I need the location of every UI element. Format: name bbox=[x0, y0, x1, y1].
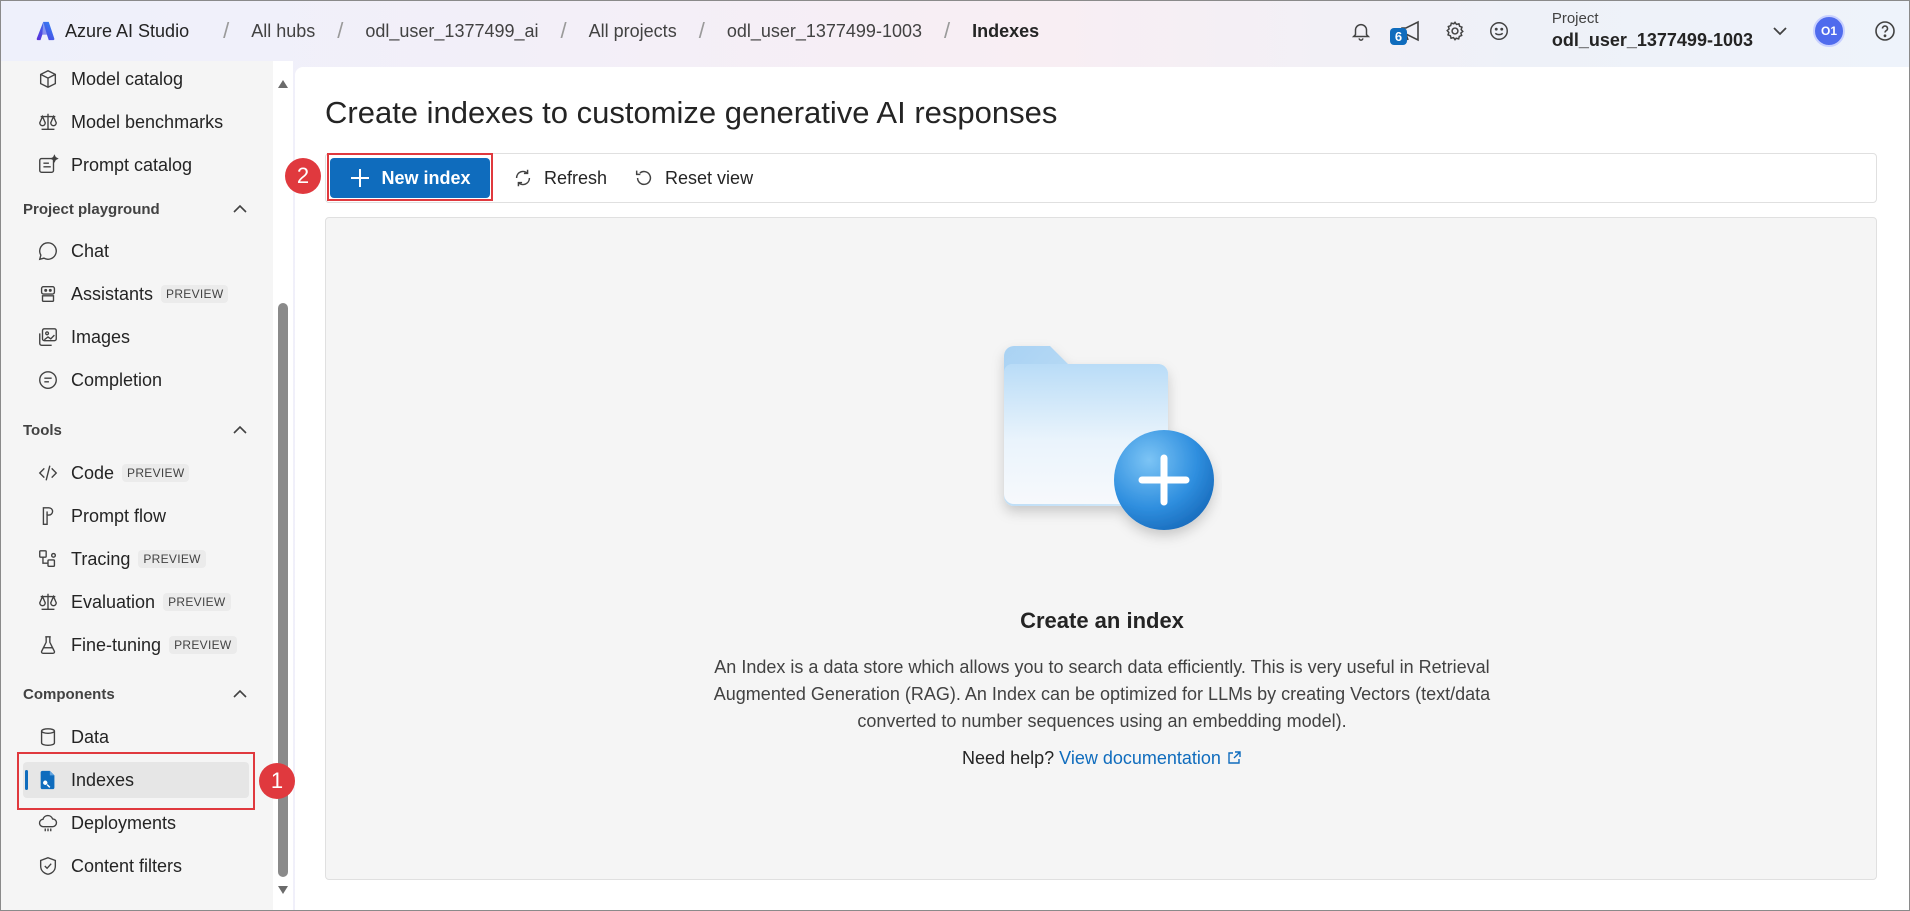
help-prefix: Need help? bbox=[962, 748, 1055, 768]
breadcrumb-all-hubs[interactable]: All hubs bbox=[251, 21, 315, 42]
chevron-up-icon bbox=[233, 425, 247, 434]
sidebar-item-data[interactable]: Data bbox=[23, 719, 249, 755]
image-icon bbox=[35, 324, 61, 350]
smiley-icon bbox=[1489, 22, 1508, 40]
breadcrumb-project[interactable]: odl_user_1377499-1003 bbox=[727, 21, 922, 42]
preview-badge: PREVIEW bbox=[122, 464, 190, 482]
sidebar-item-content-filters[interactable]: Content filters bbox=[23, 848, 249, 884]
brand[interactable]: Azure AI Studio bbox=[35, 20, 189, 42]
sidebar-item-code[interactable]: Code PREVIEW bbox=[23, 455, 249, 491]
chevron-down-icon[interactable] bbox=[1771, 22, 1789, 40]
breadcrumb: / All hubs / odl_user_1377499_ai / All p… bbox=[223, 18, 1040, 43]
breadcrumb-hub[interactable]: odl_user_1377499_ai bbox=[365, 21, 538, 42]
command-bar: New index Refresh Reset view bbox=[325, 153, 1877, 203]
empty-state-description: An Index is a data store which allows yo… bbox=[713, 657, 1491, 731]
preview-badge: PREVIEW bbox=[138, 550, 206, 568]
sidebar-item-model-benchmarks[interactable]: Model benchmarks bbox=[23, 104, 249, 140]
annotation-box-new-index bbox=[327, 153, 493, 201]
preview-badge: PREVIEW bbox=[169, 636, 237, 654]
app-title: Azure AI Studio bbox=[65, 20, 190, 41]
chat-icon bbox=[35, 238, 61, 264]
empty-state-title: Create an index bbox=[1020, 608, 1184, 633]
scale-icon bbox=[35, 589, 61, 615]
completion-icon bbox=[35, 367, 61, 393]
empty-state-panel: Create an index An Index is a data store… bbox=[325, 217, 1877, 880]
refresh-button[interactable]: Refresh bbox=[508, 158, 611, 198]
code-icon bbox=[35, 460, 61, 486]
section-tools[interactable]: Tools bbox=[23, 416, 249, 444]
database-icon bbox=[35, 724, 61, 750]
empty-state-help: Need help? View documentation bbox=[326, 748, 1878, 769]
shield-icon bbox=[35, 853, 61, 879]
top-bar: Azure AI Studio / All hubs / odl_user_13… bbox=[1, 1, 1909, 61]
project-label: Project bbox=[1551, 10, 1599, 28]
project-name: odl_user_1377499-1003 bbox=[1551, 30, 1753, 51]
scroll-up-arrow-icon[interactable] bbox=[277, 79, 289, 89]
azure-ai-logo-icon bbox=[36, 21, 55, 41]
sidebar-item-prompt-catalog[interactable]: Prompt catalog bbox=[23, 147, 249, 183]
sidebar-item-fine-tuning[interactable]: Fine-tuning PREVIEW bbox=[23, 627, 249, 663]
beaker-icon bbox=[35, 632, 61, 658]
gear-icon bbox=[1446, 21, 1464, 41]
reset-view-button[interactable]: Reset view bbox=[629, 158, 757, 198]
sidebar-item-deployments[interactable]: Deployments bbox=[23, 805, 249, 841]
announcements-button[interactable]: 6 bbox=[1389, 16, 1426, 46]
refresh-icon bbox=[515, 169, 531, 187]
chevron-up-icon bbox=[233, 204, 247, 213]
view-documentation-link[interactable]: View documentation bbox=[1059, 748, 1242, 768]
breadcrumb-current: Indexes bbox=[972, 20, 1040, 41]
sidebar-item-completion[interactable]: Completion bbox=[23, 362, 249, 398]
sidebar-item-evaluation[interactable]: Evaluation PREVIEW bbox=[23, 584, 249, 620]
sidebar-item-prompt-flow[interactable]: Prompt flow bbox=[23, 498, 249, 534]
annotation-box-indexes bbox=[17, 752, 255, 810]
reset-icon bbox=[635, 170, 652, 186]
main-content: Create indexes to customize generative A… bbox=[295, 67, 1909, 910]
sparkle-list-icon bbox=[35, 152, 61, 178]
tracing-icon bbox=[35, 546, 61, 572]
open-external-icon bbox=[1228, 751, 1241, 764]
cloud-icon bbox=[35, 810, 61, 836]
bot-icon bbox=[35, 281, 61, 307]
preview-badge: PREVIEW bbox=[163, 593, 231, 611]
notifications-button[interactable] bbox=[1346, 16, 1376, 46]
settings-button[interactable] bbox=[1440, 16, 1470, 46]
page-title: Create indexes to customize generative A… bbox=[325, 95, 1058, 130]
sidebar-item-chat[interactable]: Chat bbox=[23, 233, 249, 269]
help-icon[interactable] bbox=[1873, 19, 1897, 43]
annotation-number-1: 1 bbox=[259, 763, 295, 799]
flow-icon bbox=[35, 503, 61, 529]
folder-add-illustration-icon bbox=[1004, 346, 1214, 530]
section-components[interactable]: Components bbox=[23, 680, 249, 708]
scroll-down-arrow-icon[interactable] bbox=[277, 885, 289, 895]
sidebar-item-assistants[interactable]: Assistants PREVIEW bbox=[23, 276, 249, 312]
feedback-button[interactable] bbox=[1484, 16, 1514, 46]
preview-badge: PREVIEW bbox=[161, 285, 229, 303]
chevron-up-icon bbox=[233, 689, 247, 698]
section-project-playground[interactable]: Project playground bbox=[23, 195, 249, 223]
notification-badge: 6 bbox=[1389, 28, 1408, 45]
avatar[interactable]: O1 bbox=[1813, 15, 1845, 47]
top-right-controls: 6 Project odl_user_1377499-1003 O1 bbox=[1346, 1, 1909, 61]
breadcrumb-all-projects[interactable]: All projects bbox=[589, 21, 677, 42]
cube-icon bbox=[35, 66, 61, 92]
annotation-number-2: 2 bbox=[285, 158, 321, 194]
reset-view-label: Reset view bbox=[665, 167, 754, 188]
sidebar-item-images[interactable]: Images bbox=[23, 319, 249, 355]
bell-icon bbox=[1351, 23, 1370, 41]
project-selector[interactable]: Project odl_user_1377499-1003 bbox=[1552, 10, 1753, 51]
scale-icon bbox=[35, 109, 61, 135]
refresh-label: Refresh bbox=[544, 167, 608, 188]
sidebar-item-model-catalog[interactable]: Model catalog bbox=[23, 61, 249, 97]
sidebar-item-tracing[interactable]: Tracing PREVIEW bbox=[23, 541, 249, 577]
app-window: Azure AI Studio / All hubs / odl_user_13… bbox=[0, 0, 1910, 911]
